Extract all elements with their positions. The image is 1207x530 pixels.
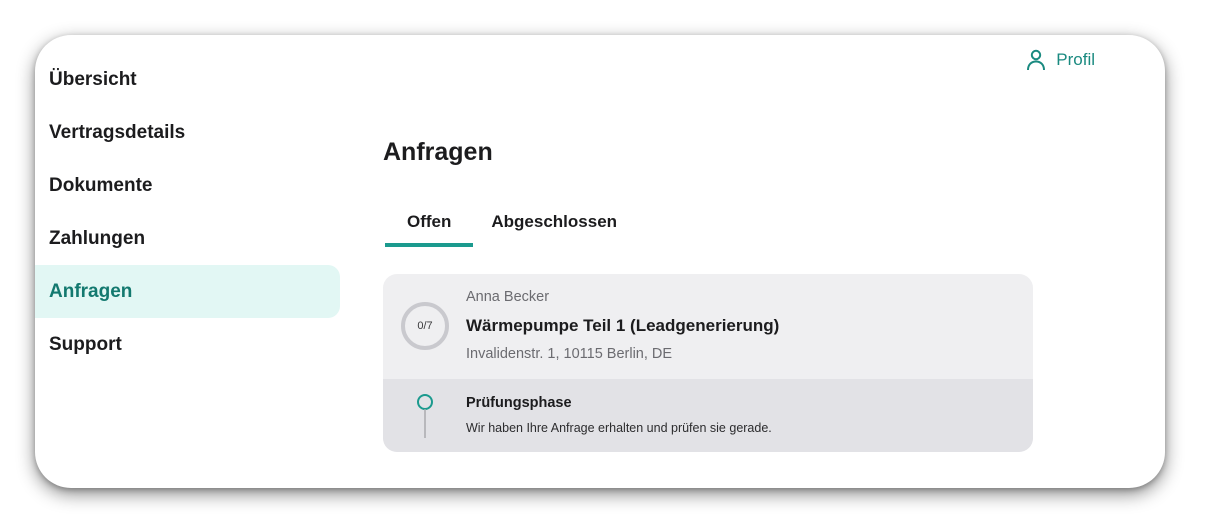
profile-button[interactable]: Profil <box>1026 49 1095 71</box>
user-icon <box>1027 49 1046 71</box>
request-card-header: 0/7 Anna Becker Wärmepumpe Teil 1 (Leadg… <box>383 274 1033 379</box>
request-address: Invalidenstr. 1, 10115 Berlin, DE <box>466 346 673 362</box>
app-window: Übersicht Vertragsdetails Dokumente Zahl… <box>35 35 1165 488</box>
sidebar-item-uebersicht[interactable]: Übersicht <box>35 53 340 106</box>
pin-icon <box>417 394 433 438</box>
request-title: Wärmepumpe Teil 1 (Leadgenerierung) <box>466 316 780 335</box>
sidebar-item-dokumente[interactable]: Dokumente <box>35 159 340 212</box>
customer-name: Anna Becker <box>466 289 550 305</box>
phase-description: Wir haben Ihre Anfrage erhalten und prüf… <box>466 421 772 435</box>
sidebar-item-support[interactable]: Support <box>35 318 340 371</box>
sidebar-item-zahlungen[interactable]: Zahlungen <box>35 212 340 265</box>
sidebar-item-vertragsdetails[interactable]: Vertragsdetails <box>35 106 340 159</box>
tab-bar: Offen Abgeschlossen <box>385 207 639 247</box>
profile-label: Profil <box>1056 50 1095 69</box>
tab-abgeschlossen[interactable]: Abgeschlossen <box>473 207 639 247</box>
sidebar: Übersicht Vertragsdetails Dokumente Zahl… <box>35 53 340 371</box>
phase-title: Prüfungsphase <box>466 395 572 411</box>
phase-status: Prüfungsphase Wir haben Ihre Anfrage erh… <box>383 379 1033 452</box>
sidebar-item-anfragen[interactable]: Anfragen <box>35 265 340 318</box>
page-title: Anfragen <box>383 138 493 166</box>
tab-offen[interactable]: Offen <box>385 207 474 247</box>
progress-text: 0/7 <box>417 320 433 332</box>
request-card[interactable]: 0/7 Anna Becker Wärmepumpe Teil 1 (Leadg… <box>383 274 1033 452</box>
